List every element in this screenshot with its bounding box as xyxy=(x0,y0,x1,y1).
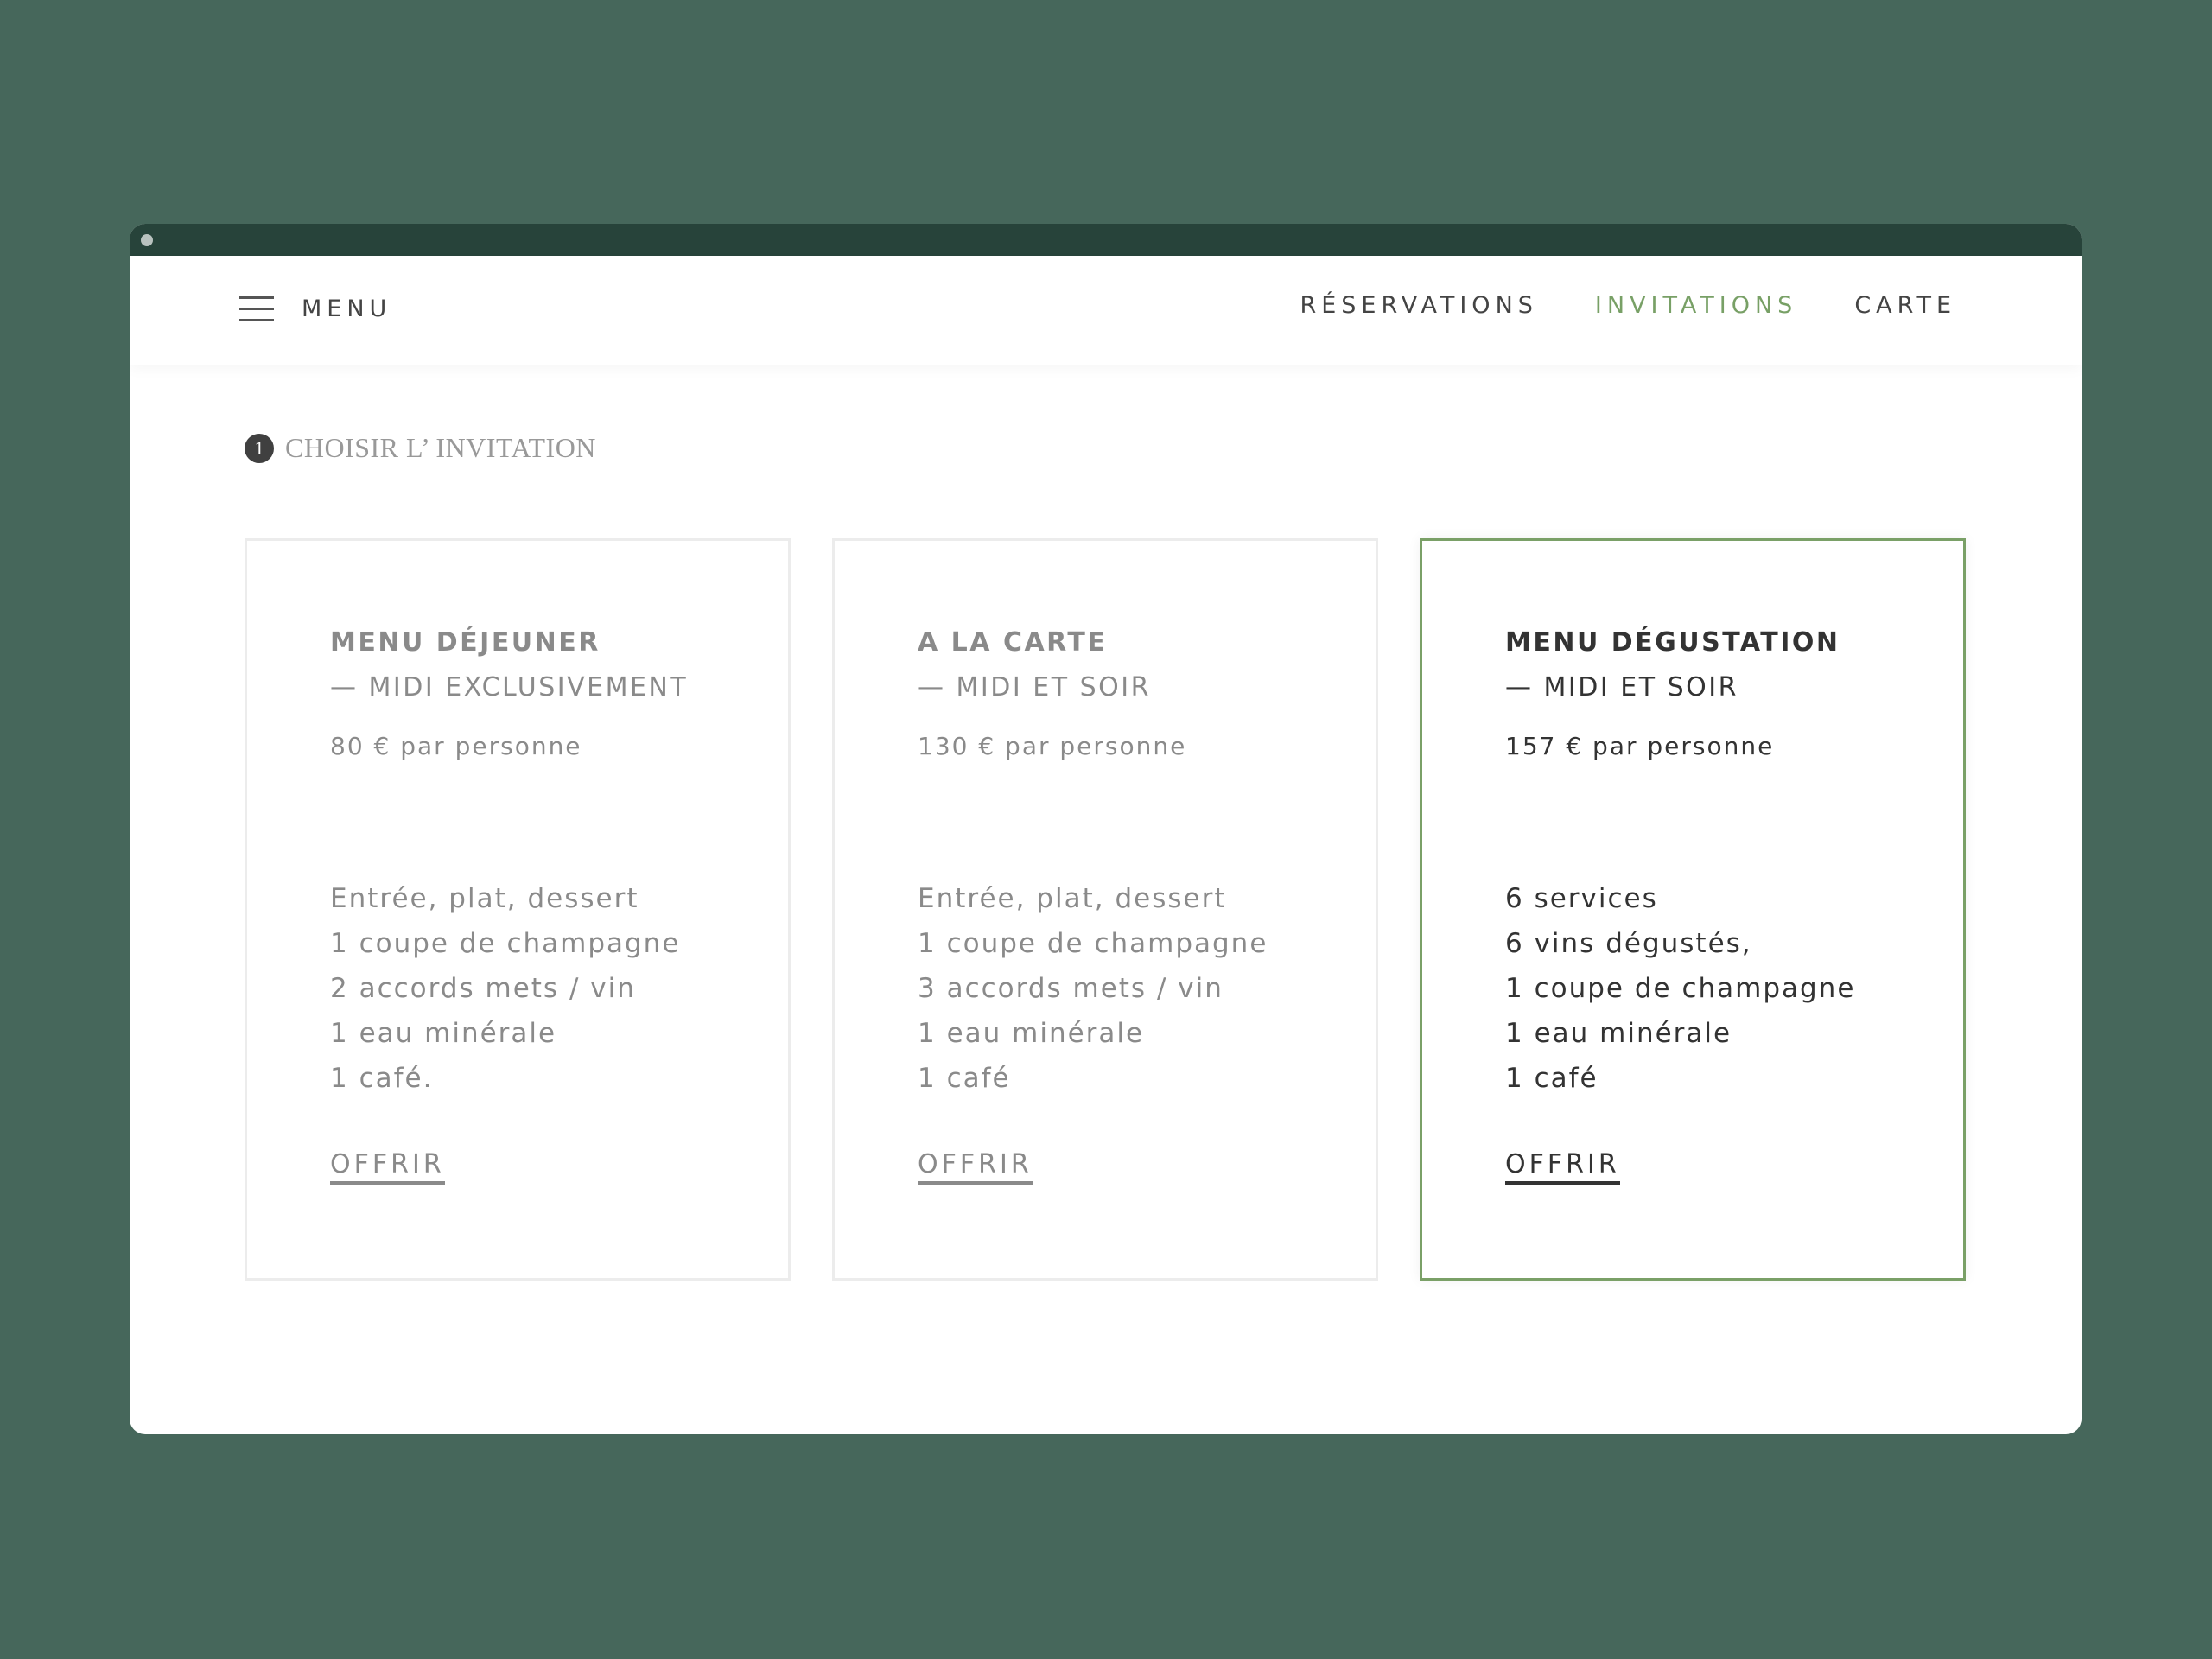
feature-item: 1 café. xyxy=(330,1063,434,1094)
main-nav: RÉSERVATIONS INVITATIONS CARTE xyxy=(1300,292,1956,319)
card-subtitle: — MIDI EXCLUSIVEMENT xyxy=(330,672,689,702)
invitation-card-degustation[interactable]: MENU DÉGUSTATION — MIDI ET SOIR 157 € pa… xyxy=(1420,538,1966,1281)
feature-item: Entrée, plat, dessert xyxy=(918,883,1227,914)
window-dot-icon[interactable] xyxy=(141,234,153,246)
feature-item: 1 café xyxy=(1505,1063,1599,1094)
feature-item: 6 vins dégustés, xyxy=(1505,928,1752,959)
card-price: 130 € par personne xyxy=(918,732,1187,760)
site-header: MENU RÉSERVATIONS INVITATIONS CARTE xyxy=(130,256,2082,365)
step-number-badge: 1 xyxy=(245,433,274,463)
step-heading: 1 CHOISIR L’ INVITATION xyxy=(245,432,596,464)
feature-item: 3 accords mets / vin xyxy=(918,973,1224,1004)
hamburger-icon xyxy=(239,296,274,321)
browser-window: MENU RÉSERVATIONS INVITATIONS CARTE 1 CH… xyxy=(130,224,2082,1434)
feature-item: 1 coupe de champagne xyxy=(330,928,681,959)
menu-label: MENU xyxy=(302,295,392,322)
card-title: MENU DÉGUSTATION xyxy=(1505,627,1840,658)
feature-item: 1 coupe de champagne xyxy=(1505,973,1856,1004)
offer-link[interactable]: OFFRIR xyxy=(330,1149,445,1185)
card-price: 157 € par personne xyxy=(1505,732,1775,760)
offer-link[interactable]: OFFRIR xyxy=(918,1149,1033,1185)
step-label: CHOISIR L’ INVITATION xyxy=(285,432,596,463)
invitation-card-dejeuner[interactable]: MENU DÉJEUNER — MIDI EXCLUSIVEMENT 80 € … xyxy=(245,538,791,1281)
invitation-card-a-la-carte[interactable]: A LA CARTE — MIDI ET SOIR 130 € par pers… xyxy=(832,538,1378,1281)
feature-item: 1 eau minérale xyxy=(330,1018,557,1049)
feature-item: 1 eau minérale xyxy=(1505,1018,1732,1049)
feature-item: 1 eau minérale xyxy=(918,1018,1145,1049)
nav-invitations[interactable]: INVITATIONS xyxy=(1595,292,1797,319)
feature-item: 6 services xyxy=(1505,883,1658,914)
card-subtitle: — MIDI ET SOIR xyxy=(918,672,1151,702)
card-features: Entrée, plat, dessert 1 coupe de champag… xyxy=(330,876,771,1101)
window-titlebar xyxy=(130,224,2082,256)
menu-button[interactable]: MENU xyxy=(239,291,391,326)
card-features: Entrée, plat, dessert 1 coupe de champag… xyxy=(918,876,1358,1101)
card-features: 6 services 6 vins dégustés, 1 coupe de c… xyxy=(1505,876,1946,1101)
card-title: A LA CARTE xyxy=(918,627,1108,658)
nav-reservations[interactable]: RÉSERVATIONS xyxy=(1300,292,1537,319)
offer-link[interactable]: OFFRIR xyxy=(1505,1149,1620,1185)
feature-item: 1 café xyxy=(918,1063,1011,1094)
card-price: 80 € par personne xyxy=(330,732,582,760)
feature-item: 2 accords mets / vin xyxy=(330,973,636,1004)
feature-item: 1 coupe de champagne xyxy=(918,928,1268,959)
nav-carte[interactable]: CARTE xyxy=(1854,292,1956,319)
card-subtitle: — MIDI ET SOIR xyxy=(1505,672,1738,702)
card-title: MENU DÉJEUNER xyxy=(330,627,601,658)
feature-item: Entrée, plat, dessert xyxy=(330,883,639,914)
